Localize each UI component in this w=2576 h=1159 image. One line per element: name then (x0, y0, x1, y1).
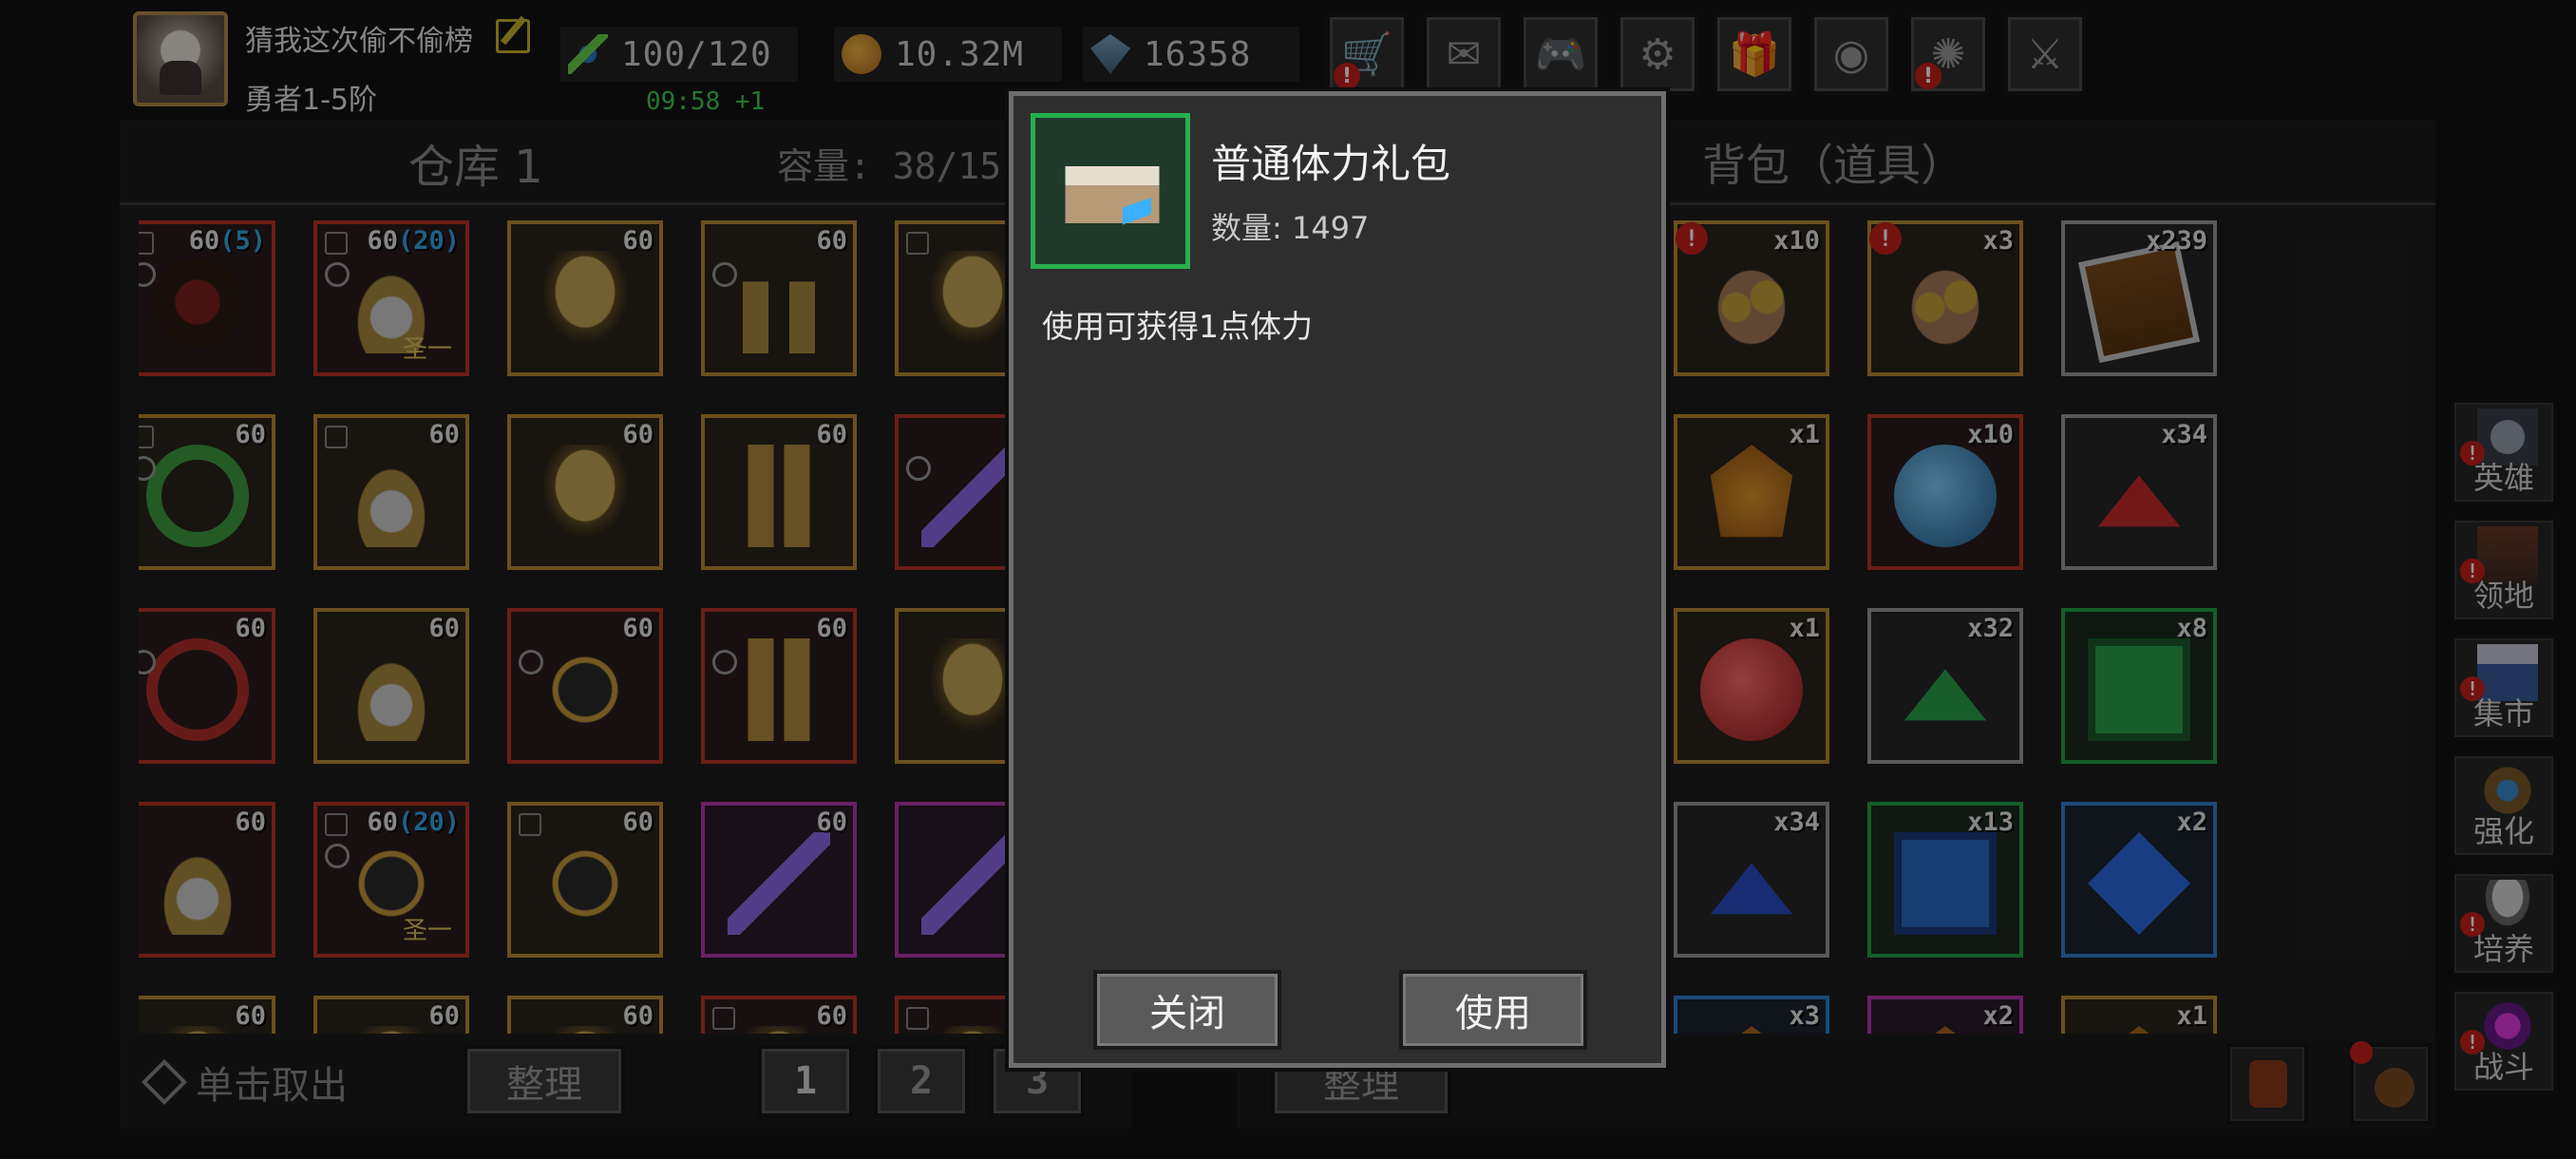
dialog-item-count: 数量: 1497 (1211, 210, 1370, 246)
lightning-bolt-icon (1123, 184, 1151, 241)
item-detail-dialog: 普通体力礼包 数量: 1497 使用可获得1点体力 关闭 使用 (1009, 91, 1666, 1068)
dialog-item-description: 使用可获得1点体力 (1042, 308, 1313, 345)
dialog-close-button[interactable]: 关闭 (1093, 970, 1281, 1050)
dialog-use-button[interactable]: 使用 (1399, 970, 1587, 1050)
dialog-item-frame (1031, 113, 1190, 269)
dialog-item-name: 普通体力礼包 (1211, 141, 1451, 187)
